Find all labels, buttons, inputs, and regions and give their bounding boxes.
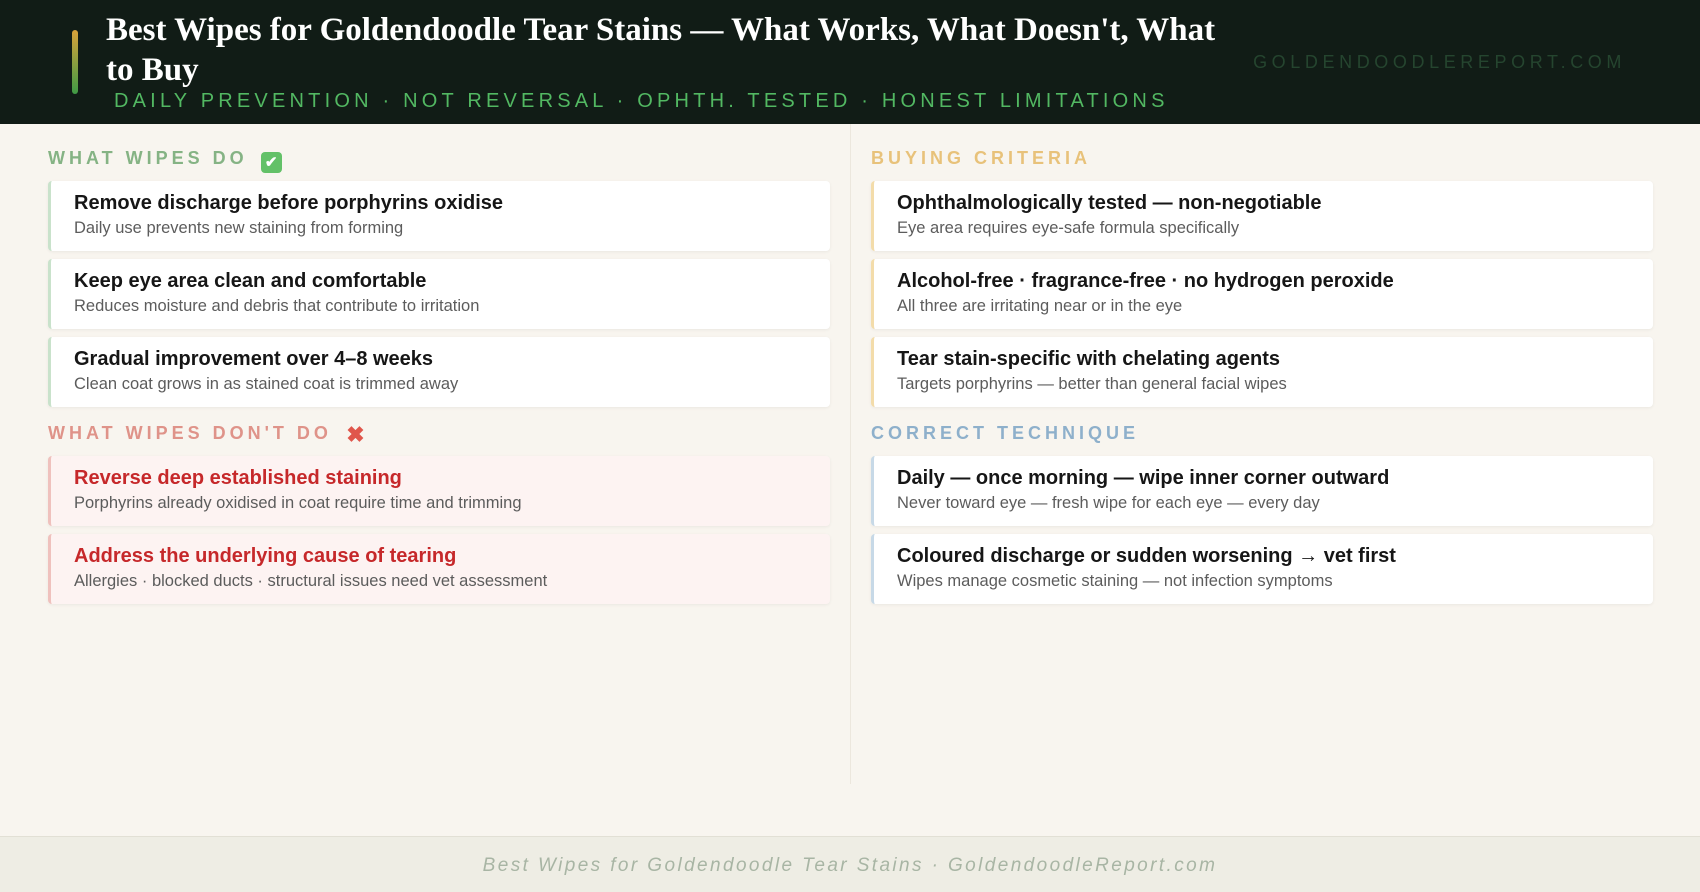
what-wipes-do-list: Remove discharge before porphyrins oxidi…: [48, 181, 830, 407]
section-heading-correct-technique: CORRECT TECHNIQUE: [871, 423, 1140, 443]
list-item: Alcohol-free · fragrance-free · no hydro…: [871, 259, 1653, 329]
item-subtitle: Reduces moisture and debris that contrib…: [74, 297, 480, 315]
item-subtitle: Daily use prevents new staining from for…: [74, 219, 404, 237]
item-subtitle: All three are irritating near or in the …: [897, 297, 1183, 315]
item-title: Gradual improvement over 4–8 weeks: [74, 348, 434, 370]
item-title: Tear stain-specific with chelating agent…: [897, 348, 1281, 370]
list-item: Address the underlying cause of tearing …: [48, 534, 830, 604]
check-mark-icon: ✔: [260, 152, 282, 173]
footer-text: Best Wipes for Goldendoodle Tear Stains …: [482, 855, 1218, 876]
left-column: WHAT WIPES DO ✔ Remove discharge before …: [48, 124, 830, 612]
section-heading-buying-criteria: BUYING CRITERIA: [871, 148, 1092, 168]
footer: Best Wipes for Goldendoodle Tear Stains …: [0, 836, 1700, 892]
item-title: Address the underlying cause of tearing: [74, 545, 457, 567]
list-item: Reverse deep established staining Porphy…: [48, 456, 830, 526]
item-title: Reverse deep established staining: [74, 467, 402, 489]
item-subtitle: Never toward eye — fresh wipe for each e…: [897, 494, 1320, 512]
item-subtitle: Targets porphyrins — better than general…: [897, 375, 1287, 393]
item-title: Keep eye area clean and comfortable: [74, 270, 427, 292]
page-title: Best Wipes for Goldendoodle Tear Stains …: [106, 12, 1216, 88]
list-item: Ophthalmologically tested — non-negotiab…: [871, 181, 1653, 251]
list-item: Tear stain-specific with chelating agent…: [871, 337, 1653, 407]
section-heading-what-wipes-do: WHAT WIPES DO ✔: [48, 146, 830, 173]
buying-criteria-list: Ophthalmologically tested — non-negotiab…: [871, 181, 1653, 407]
correct-technique-list: Daily — once morning — wipe inner corner…: [871, 456, 1653, 604]
cross-mark-icon: ✖: [346, 422, 365, 447]
page-subtitle: DAILY PREVENTION · NOT REVERSAL · OPHTH.…: [114, 90, 1169, 112]
item-subtitle: Eye area requires eye-safe formula speci…: [897, 219, 1240, 237]
list-item: Daily — once morning — wipe inner corner…: [871, 456, 1653, 526]
item-title: Ophthalmologically tested — non-negotiab…: [897, 192, 1322, 214]
item-title: Coloured discharge or sudden worsening →…: [897, 545, 1396, 567]
item-subtitle: Allergies · blocked ducts · structural i…: [74, 572, 548, 590]
column-divider: [850, 124, 851, 784]
list-item: Coloured discharge or sudden worsening →…: [871, 534, 1653, 604]
section-heading-what-wipes-dont-do: WHAT WIPES DON'T DO ✖: [48, 421, 830, 447]
item-subtitle: Wipes manage cosmetic staining — not inf…: [897, 572, 1333, 590]
list-item: Gradual improvement over 4–8 weeks Clean…: [48, 337, 830, 407]
section-heading-text: WHAT WIPES DO: [48, 148, 248, 168]
item-title: Remove discharge before porphyrins oxidi…: [74, 192, 504, 214]
right-column: BUYING CRITERIA Ophthalmologically teste…: [871, 124, 1653, 612]
item-title: Alcohol-free · fragrance-free · no hydro…: [897, 270, 1394, 292]
item-subtitle: Porphyrins already oxidised in coat requ…: [74, 494, 522, 512]
site-name: GOLDENDOODLEREPORT.COM: [1253, 52, 1626, 72]
section-heading-text: WHAT WIPES DON'T DO: [48, 423, 332, 443]
accent-bar: [72, 30, 78, 94]
item-title: Daily — once morning — wipe inner corner…: [897, 467, 1390, 489]
list-item: Remove discharge before porphyrins oxidi…: [48, 181, 830, 251]
what-wipes-dont-do-list: Reverse deep established staining Porphy…: [48, 456, 830, 604]
list-item: Keep eye area clean and comfortable Redu…: [48, 259, 830, 329]
item-subtitle: Clean coat grows in as stained coat is t…: [74, 375, 459, 393]
header: Best Wipes for Goldendoodle Tear Stains …: [0, 0, 1700, 124]
